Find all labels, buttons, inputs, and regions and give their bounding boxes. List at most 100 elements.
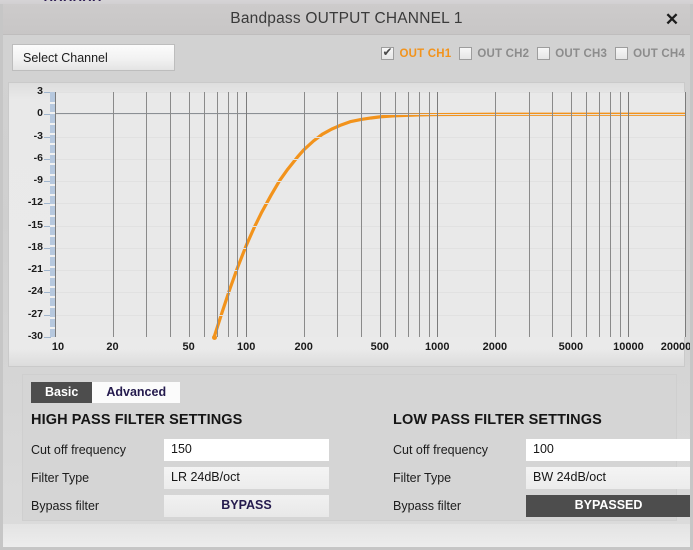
high-pass-filter-type-select[interactable]: LR 24dB/oct — [164, 467, 329, 489]
horizontal-gridline — [55, 92, 686, 93]
horizontal-gridline — [55, 247, 686, 249]
tab-advanced[interactable]: Advanced — [92, 382, 181, 403]
checkbox-checked-icon[interactable] — [381, 45, 395, 60]
low-pass-filter-type-row: Filter Type BW 24dB/oct — [393, 467, 693, 489]
high-pass-bypass-row: Bypass filter BYPASS — [31, 495, 331, 517]
y-axis-tick-label: -21 — [27, 263, 43, 276]
vertical-gridline — [437, 92, 438, 337]
channel-label: OUT CH4 — [633, 47, 685, 60]
high-pass-cutoff-label: Cut off frequency — [31, 443, 126, 457]
low-pass-bypass-label: Bypass filter — [393, 499, 462, 513]
y-axis-tick-label: -6 — [33, 151, 43, 164]
vertical-gridline — [146, 92, 147, 337]
high-pass-cutoff-input[interactable]: 150 — [164, 439, 329, 461]
x-axis-tick-label: 100 — [236, 341, 256, 353]
vertical-gridline — [380, 92, 381, 337]
horizontal-gridline — [55, 292, 686, 294]
low-pass-filter-type-select[interactable]: BW 24dB/oct — [526, 467, 691, 489]
x-axis-tick-label: 200 — [294, 341, 313, 353]
y-axis-tick-label: -30 — [27, 330, 43, 342]
vertical-gridline — [337, 92, 338, 337]
vertical-gridline — [204, 92, 205, 337]
checkbox-icon[interactable] — [615, 47, 629, 60]
y-axis-tick-label: -12 — [27, 196, 43, 209]
y-axis: 3 0 -3 -6 -9 -12 -15 -18 -21 -24 -27 -30 — [9, 85, 51, 342]
dialog-titlebar: Bandpass OUTPUT CHANNEL 1 ✕ — [0, 4, 693, 35]
y-axis-tick — [44, 337, 51, 338]
curve-start-marker — [212, 335, 218, 340]
checkbox-icon[interactable] — [537, 47, 551, 60]
vertical-gridline — [237, 92, 238, 337]
low-pass-cutoff-row: Cut off frequency 100 — [393, 439, 693, 461]
horizontal-gridline — [55, 114, 686, 116]
channel-checkbox-4[interactable]: OUT CH4 — [615, 47, 685, 60]
vertical-gridline — [495, 92, 496, 337]
channel-checkbox-1[interactable]: OUT CH1 — [381, 45, 452, 60]
channel-label: OUT CH1 — [399, 47, 452, 60]
high-pass-settings-column: HIGH PASS FILTER SETTINGS Cut off freque… — [31, 412, 331, 523]
low-pass-bypass-button[interactable]: BYPASSED — [526, 495, 691, 517]
select-channel-dropdown[interactable]: Select Channel — [12, 44, 175, 71]
channel-label: OUT CH3 — [555, 47, 608, 60]
y-axis-tick-label: -3 — [33, 129, 43, 142]
vertical-gridline — [304, 92, 305, 337]
low-pass-cutoff-input[interactable]: 100 — [526, 439, 691, 461]
y-axis-tick-label: -9 — [33, 174, 43, 187]
vertical-gridline — [685, 92, 686, 337]
horizontal-gridline — [55, 203, 686, 205]
x-axis-tick-label: 5000 — [558, 341, 584, 353]
horizontal-gridline — [55, 225, 686, 227]
settings-tabs: Basic Advanced — [31, 382, 181, 403]
vertical-gridline — [552, 92, 553, 337]
high-pass-filter-type-label: Filter Type — [31, 471, 90, 485]
high-pass-cutoff-row: Cut off frequency 150 — [31, 439, 331, 461]
channel-label: OUT CH2 — [477, 47, 530, 60]
y-axis-tick-label: 3 — [37, 85, 43, 97]
x-axis-tick-label: 10 — [51, 341, 65, 353]
vertical-gridline — [408, 92, 409, 337]
vertical-gridline — [395, 92, 396, 337]
high-pass-title: HIGH PASS FILTER SETTINGS — [31, 412, 243, 428]
vertical-gridline — [55, 92, 56, 337]
dialog-title: Bandpass OUTPUT CHANNEL 1 — [230, 10, 463, 27]
channel-checkbox-2[interactable]: OUT CH2 — [459, 47, 529, 60]
high-pass-filter-type-row: Filter Type LR 24dB/oct — [31, 467, 331, 489]
vertical-gridline — [361, 92, 362, 337]
frequency-response-chart: 3 0 -3 -6 -9 -12 -15 -18 -21 -24 -27 -30 10 20 50 100 2… — [8, 82, 691, 367]
horizontal-gridline — [55, 181, 686, 183]
y-axis-tick-label: -18 — [27, 240, 43, 253]
x-axis-tick-label: 50 — [182, 341, 195, 353]
vertical-gridline — [189, 92, 190, 337]
response-curve — [212, 112, 686, 337]
x-axis-tick-label: 1000 — [425, 341, 450, 353]
vertical-gridline — [529, 92, 530, 337]
x-axis-tick-label: 20 — [106, 341, 119, 353]
horizontal-gridline — [55, 158, 686, 160]
filter-settings-panel: Basic Advanced HIGH PASS FILTER SETTINGS … — [22, 374, 691, 523]
vertical-gridline — [217, 92, 218, 337]
high-pass-bypass-button[interactable]: BYPASS — [164, 495, 329, 517]
vertical-gridline — [599, 92, 600, 337]
close-icon[interactable]: ✕ — [661, 10, 683, 30]
vertical-gridline — [628, 92, 629, 337]
background-mid-text: MINIPLCB-904AMPLIFIER — [196, 0, 343, 3]
vertical-gridline — [571, 92, 572, 337]
x-axis-tick-label: 10000 — [613, 341, 644, 353]
vertical-gridline — [610, 92, 611, 337]
y-axis-tick-label: -24 — [27, 285, 43, 298]
horizontal-gridline — [55, 314, 686, 316]
high-pass-bypass-label: Bypass filter — [31, 499, 100, 513]
vertical-gridline — [620, 92, 621, 337]
x-axis-tick-label: 500 — [370, 341, 389, 353]
tab-basic[interactable]: Basic — [31, 382, 93, 403]
channel-checkbox-3[interactable]: OUT CH3 — [537, 47, 607, 60]
vertical-gridline — [228, 92, 229, 337]
low-pass-settings-column: LOW PASS FILTER SETTINGS Cut off frequen… — [393, 412, 693, 523]
x-axis-tick-label: 2000 — [482, 341, 508, 353]
bandpass-dialog-window: Bandpass OUTPUT CHANNEL 1 ✕ Select Chann… — [0, 4, 693, 550]
low-pass-cutoff-label: Cut off frequency — [393, 443, 488, 457]
checkbox-icon[interactable] — [459, 47, 473, 60]
plot-area[interactable] — [55, 92, 686, 337]
vertical-gridline — [586, 92, 587, 337]
low-pass-filter-type-label: Filter Type — [393, 471, 452, 485]
